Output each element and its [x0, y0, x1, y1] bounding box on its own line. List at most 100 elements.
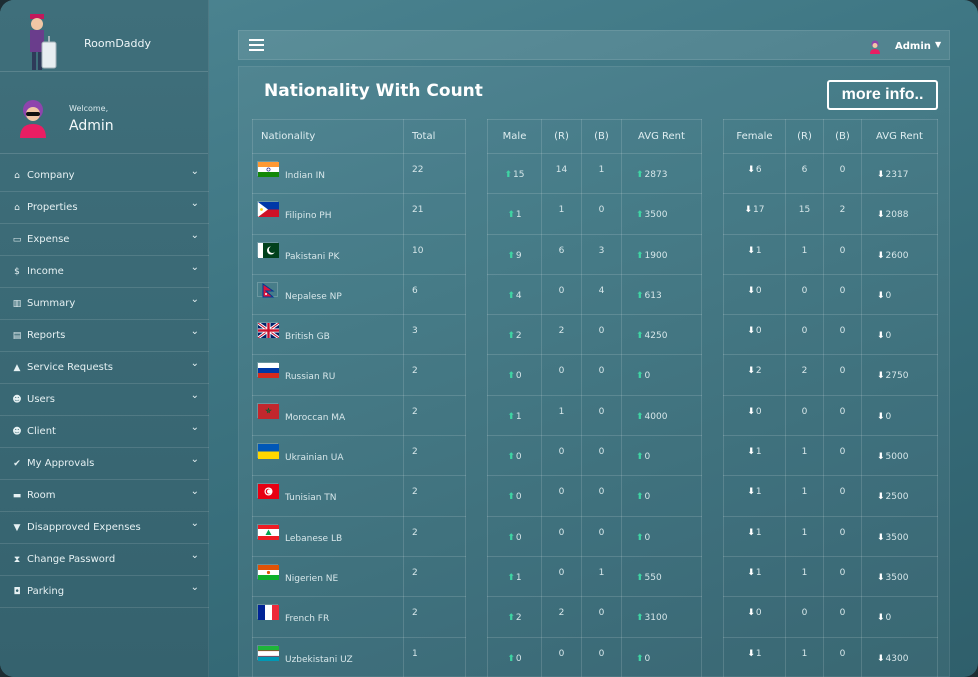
male-b-cell: 0 — [581, 636, 622, 677]
female-count: 1 — [755, 648, 762, 659]
top-bar: Admin ▼ — [238, 30, 950, 60]
sidebar-item-room[interactable]: ▬ Room ⌄ — [0, 480, 209, 512]
roomdaddy-logo-icon — [30, 14, 57, 70]
table-row: ⬆2 2 0 ⬆3100 — [487, 596, 702, 638]
female-r-cell: 2 — [785, 354, 824, 396]
sidebar-item-company[interactable]: ⌂ Company ⌄ — [0, 160, 209, 192]
female-avg-rent: 0 — [885, 290, 892, 301]
female-icon: ⬇ — [747, 165, 755, 175]
female-icon: ⬇ — [747, 366, 755, 377]
user-profile: Welcome, Admin — [0, 72, 208, 154]
female-icon: ⬇ — [877, 532, 885, 543]
sidebar-item-expense[interactable]: ▭ Expense ⌄ — [0, 224, 209, 256]
table-row: ⬇0 0 0 ⬇0 — [723, 314, 938, 356]
chevron-down-icon[interactable]: ⌄ — [191, 326, 199, 337]
nationality-name: Russian RU — [285, 372, 336, 383]
male-count-cell: ⬆1 — [487, 394, 542, 437]
male-r-cell: 0 — [541, 555, 582, 598]
chevron-down-icon[interactable]: ⌄ — [191, 518, 199, 529]
chevron-down-icon[interactable]: ⌄ — [191, 550, 199, 561]
female-b-cell: 0 — [823, 354, 862, 396]
sidebar-item-label: Parking — [27, 586, 65, 597]
flag-ma-icon — [257, 402, 279, 419]
female-icon: ⬇ — [744, 205, 753, 216]
female-r-cell: 1 — [785, 475, 824, 517]
male-b-cell: 0 — [581, 394, 622, 437]
male-count-cell: ⬆1 — [487, 193, 542, 235]
male-icon: ⬆ — [636, 331, 644, 342]
male-b-cell: 1 — [581, 555, 622, 598]
sidebar-item-users[interactable]: ☻ Users ⌄ — [0, 384, 209, 416]
caret-down-icon[interactable]: ▼ — [935, 40, 941, 49]
sidebar-item-client[interactable]: ☻ Client ⌄ — [0, 416, 209, 448]
nationality-name: French FR — [285, 614, 330, 625]
sidebar-item-parking[interactable]: ◘ Parking ⌄ — [0, 576, 209, 608]
male-avg-rent-cell: ⬆0 — [621, 354, 702, 396]
male-count-cell: ⬆0 — [487, 435, 542, 477]
male-avg-rent: 1900 — [644, 250, 668, 261]
female-b-cell: 0 — [823, 515, 862, 557]
chevron-down-icon[interactable]: ⌄ — [191, 198, 199, 209]
female-count: 1 — [755, 567, 762, 578]
table-row: ⬇2 2 0 ⬇2750 — [723, 354, 938, 396]
chevron-down-icon[interactable]: ⌄ — [191, 422, 199, 433]
sidebar-item-income[interactable]: $ Income ⌄ — [0, 256, 209, 288]
sidebar-item-summary[interactable]: ▥ Summary ⌄ — [0, 288, 209, 320]
user-menu[interactable]: Admin — [895, 41, 931, 52]
chevron-down-icon[interactable]: ⌄ — [191, 486, 199, 497]
total-cell: 6 — [403, 273, 466, 316]
female-icon: ⬇ — [747, 245, 755, 256]
table-row: French FR 2 — [252, 596, 466, 638]
female-icon: ⬇ — [747, 447, 755, 458]
female-avg-rent: 2088 — [885, 210, 909, 221]
sidebar-item-my-approvals[interactable]: ✔ My Approvals ⌄ — [0, 448, 209, 480]
chevron-down-icon[interactable]: ⌄ — [191, 454, 199, 465]
male-avg-rent: 0 — [644, 653, 651, 664]
total-cell: 3 — [403, 314, 466, 356]
male-count-cell: ⬆2 — [487, 596, 542, 638]
female-r-cell: 0 — [785, 596, 824, 638]
chevron-down-icon[interactable]: ⌄ — [191, 582, 199, 593]
male-count-cell: ⬆9 — [487, 233, 542, 275]
sidebar-item-reports[interactable]: ▤ Reports ⌄ — [0, 320, 209, 352]
sidebar-item-properties[interactable]: ⌂ Properties ⌄ — [0, 192, 209, 224]
nationality-name: Pakistani PK — [285, 251, 340, 262]
sidebar-item-label: Properties — [27, 202, 78, 213]
male-icon: ⬆ — [636, 290, 644, 301]
female-count: 1 — [755, 447, 762, 458]
nationality-name: Moroccan MA — [285, 412, 346, 423]
chevron-down-icon[interactable]: ⌄ — [191, 230, 199, 241]
table-row: ⬆0 0 0 ⬆0 — [487, 515, 702, 557]
chevron-down-icon[interactable]: ⌄ — [191, 390, 199, 401]
female-icon: ⬇ — [747, 648, 755, 659]
sidebar-item-change-password[interactable]: ⧗ Change Password ⌄ — [0, 544, 209, 576]
nationality-cell: Tunisian TN — [252, 475, 404, 517]
female-count-cell: ⬇1 — [723, 515, 786, 557]
male-avg-rent-cell: ⬆1900 — [621, 233, 702, 275]
user-avatar-icon[interactable] — [869, 40, 881, 54]
chevron-down-icon[interactable]: ⌄ — [191, 358, 199, 369]
male-count: 1 — [515, 210, 522, 221]
money-bill-icon: ▭ — [12, 234, 22, 245]
male-count: 4 — [515, 290, 522, 301]
female-count: 1 — [755, 487, 762, 498]
female-count: 6 — [755, 165, 762, 175]
female-avg-rent-cell: ⬇3500 — [861, 555, 938, 598]
hamburger-menu-icon[interactable] — [249, 39, 264, 52]
chevron-down-icon[interactable]: ⌄ — [191, 166, 199, 177]
more-info-button[interactable]: more info.. — [827, 80, 938, 110]
chevron-down-icon[interactable]: ⌄ — [191, 294, 199, 305]
check-icon: ✔ — [13, 458, 21, 469]
users-icon: ☻ — [12, 394, 22, 405]
card-title: Nationality With Count — [264, 81, 483, 101]
chevron-down-icon[interactable]: ⌄ — [191, 262, 199, 273]
sidebar-item-service-requests[interactable]: ▲ Service Requests ⌄ — [0, 352, 209, 384]
col-header-female: Female — [723, 119, 786, 154]
brand[interactable]: RoomDaddy — [0, 0, 208, 72]
nationality-cell: Lebanese LB — [252, 515, 404, 557]
female-icon: ⬇ — [747, 406, 755, 417]
sidebar-item-label: Service Requests — [27, 362, 113, 373]
female-count-cell: ⬇0 — [723, 596, 786, 638]
sidebar-item-disapproved-expenses[interactable]: ▼ Disapproved Expenses ⌄ — [0, 512, 209, 544]
table-row: ⬇1 1 0 ⬇2600 — [723, 233, 938, 275]
